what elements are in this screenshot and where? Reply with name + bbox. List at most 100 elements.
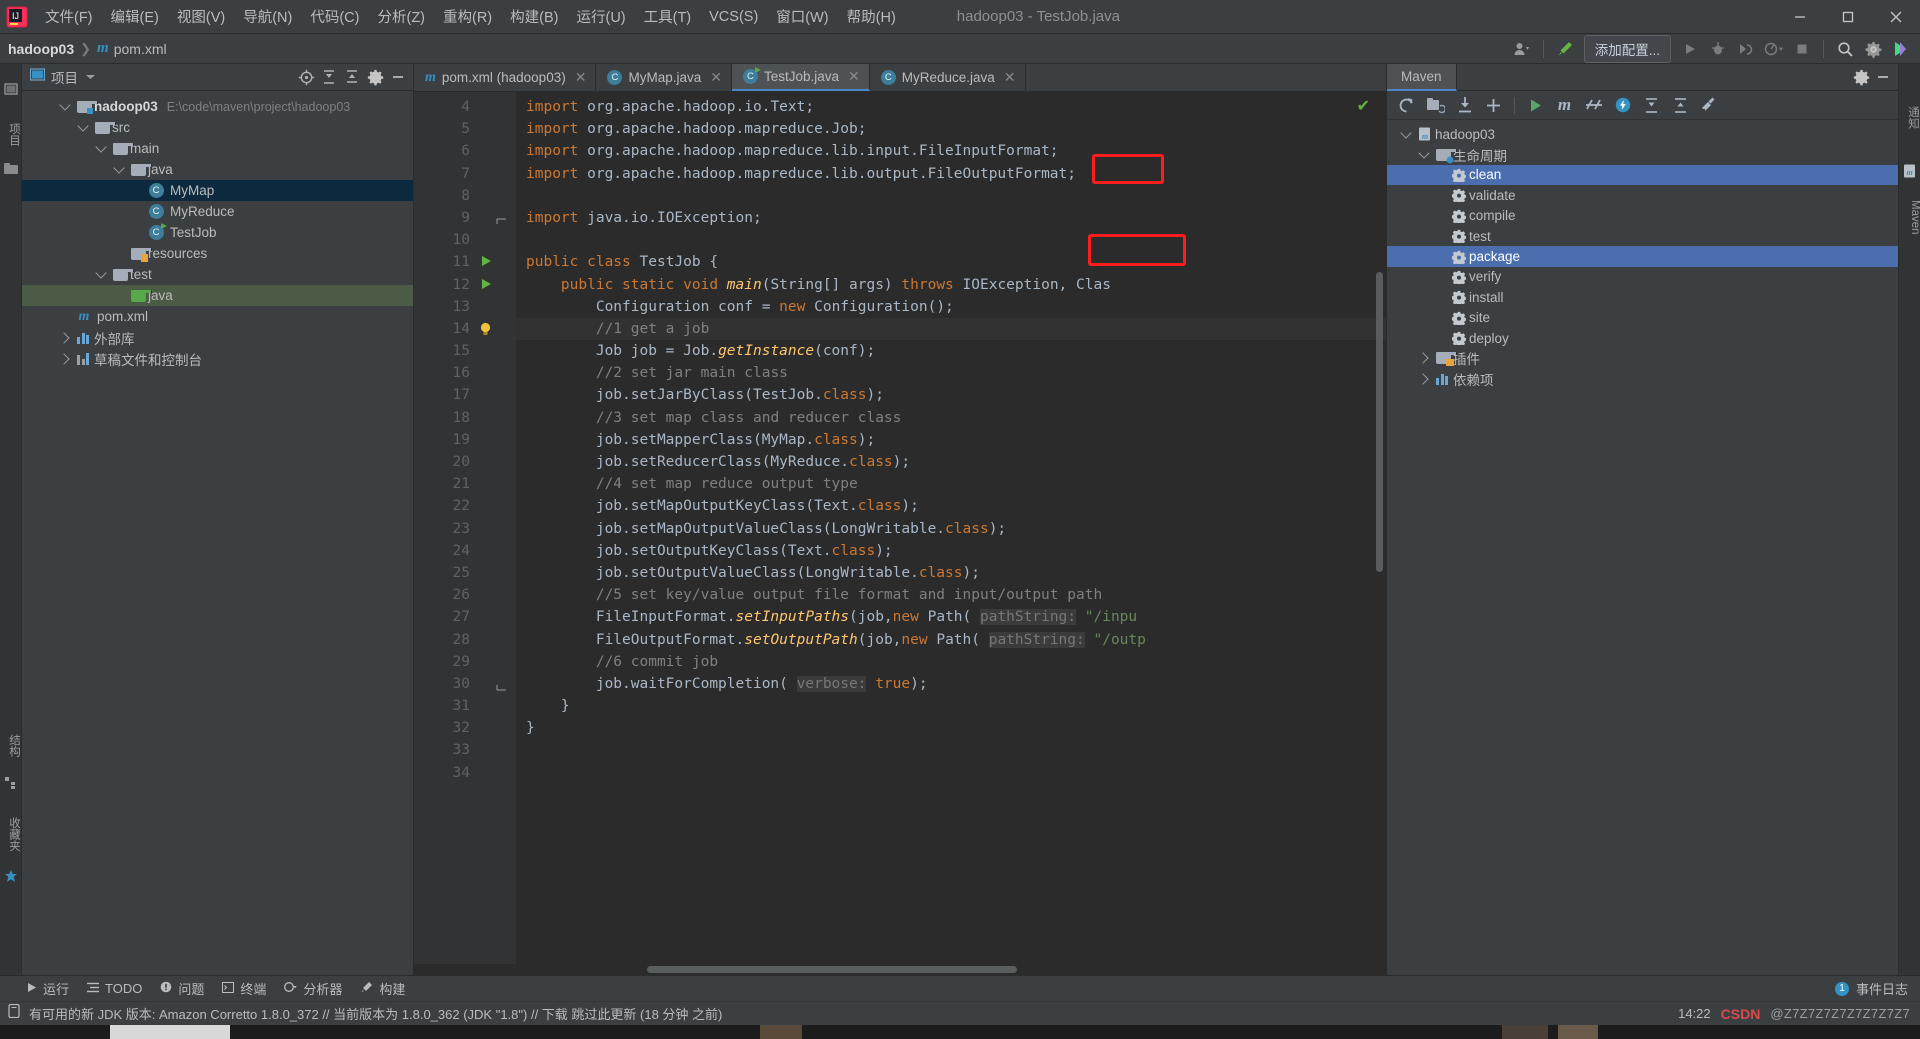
project-tree[interactable]: hadoop03 E:\code\maven\project\hadoop03 … xyxy=(22,91,413,975)
editor-horizontal-scrollbar-track[interactable] xyxy=(414,964,1386,975)
chevron-down-icon[interactable] xyxy=(56,99,74,111)
editor-horizontal-scrollbar[interactable] xyxy=(647,966,1017,973)
bottom-bar-right[interactable]: 1 事件日志 xyxy=(1834,979,1908,998)
gutter-markers[interactable] xyxy=(470,92,516,964)
chevron-down-icon[interactable] xyxy=(92,141,110,153)
breadcrumb[interactable]: hadoop03 ❯ m pom.xml xyxy=(8,40,167,57)
close-icon[interactable]: ✕ xyxy=(710,69,722,86)
run-with-coverage-icon[interactable] xyxy=(1733,37,1759,61)
chevron-right-icon[interactable] xyxy=(1415,352,1433,365)
debug-icon[interactable] xyxy=(1705,37,1731,61)
hide-icon[interactable] xyxy=(387,66,409,88)
maven-settings-icon[interactable] xyxy=(1696,93,1723,117)
tree-row-pom-xml[interactable]: m pom.xml xyxy=(22,306,413,327)
menu-help[interactable]: 帮助(H) xyxy=(838,2,905,31)
chevron-down-icon[interactable] xyxy=(110,162,128,174)
tree-row-hadoop03[interactable]: hadoop03 E:\code\maven\project\hadoop03 xyxy=(22,96,413,117)
account-icon[interactable] xyxy=(1509,37,1535,61)
locate-icon[interactable] xyxy=(295,66,317,88)
maven-toolbar[interactable]: m xyxy=(1387,91,1920,120)
gear-icon[interactable] xyxy=(364,66,386,88)
taskbar-item[interactable] xyxy=(1502,1025,1548,1039)
chevron-right-icon[interactable] xyxy=(56,331,74,344)
maven-goal-package[interactable]: package xyxy=(1387,246,1920,267)
bottom-tool-window-bar[interactable]: 运行 TODO 问题 终端 分析器 构建 1 事件日志 xyxy=(0,975,1920,1001)
stripe-item-project[interactable]: 项目 xyxy=(0,116,22,152)
collapse-all-icon[interactable] xyxy=(1667,93,1694,117)
bottom-item-terminal[interactable]: 终端 xyxy=(222,979,266,998)
menu-tools[interactable]: 工具(T) xyxy=(635,2,701,31)
close-icon[interactable]: ✕ xyxy=(848,68,860,85)
tab-TestJob-java[interactable]: C TestJob.java ✕ xyxy=(731,64,870,91)
chevron-down-icon[interactable] xyxy=(92,267,110,279)
menu-build[interactable]: 构建(B) xyxy=(501,2,567,31)
menu-view[interactable]: 视图(V) xyxy=(168,2,234,31)
chevron-right-icon[interactable] xyxy=(56,352,74,365)
maven-row-plugins[interactable]: 插件 xyxy=(1387,348,1920,368)
code-editor[interactable]: 4 5 6 7 8 9 10 11 12 13 14 15 16 17 18 1… xyxy=(414,92,1386,964)
run-gutter-icon[interactable] xyxy=(482,256,491,267)
tree-row-src[interactable]: src xyxy=(22,117,413,138)
stripe-item-notifications[interactable]: 通知 xyxy=(1899,82,1920,152)
hammer-icon[interactable] xyxy=(1552,37,1578,61)
maven-row-lifecycle[interactable]: 生命周期 xyxy=(1387,144,1920,164)
menu-code[interactable]: 代码(C) xyxy=(301,2,368,31)
close-icon[interactable]: ✕ xyxy=(575,69,587,86)
taskbar-item[interactable] xyxy=(110,1025,230,1039)
search-icon[interactable] xyxy=(1832,37,1858,61)
stripe-item-favorites[interactable]: 收藏夹 xyxy=(0,806,22,862)
menu-navigate[interactable]: 导航(N) xyxy=(234,2,301,31)
close-icon[interactable] xyxy=(1872,0,1920,34)
maven-row-hadoop03[interactable]: m hadoop03 xyxy=(1387,124,1920,144)
stop-icon[interactable] xyxy=(1789,37,1815,61)
breadcrumb-project[interactable]: hadoop03 xyxy=(8,41,74,57)
menu-refactor[interactable]: 重构(R) xyxy=(434,2,501,31)
tab-MyMap-java[interactable]: C MyMap.java ✕ xyxy=(596,64,732,91)
collapse-all-icon[interactable] xyxy=(341,66,363,88)
taskbar-item[interactable] xyxy=(760,1025,802,1039)
bottom-item-problems[interactable]: 问题 xyxy=(160,979,204,998)
tab-pom-xml[interactable]: m pom.xml (hadoop03) ✕ xyxy=(414,64,597,91)
toggle-skip-tests-icon[interactable] xyxy=(1580,93,1607,117)
maven-row-dependencies[interactable]: 依赖项 xyxy=(1387,369,1920,389)
bottom-item-todo[interactable]: TODO xyxy=(87,981,142,996)
bottom-item-profiler[interactable]: 分析器 xyxy=(284,979,342,998)
status-message[interactable]: 有可用的新 JDK 版本: Amazon Corretto 1.8.0_372 … xyxy=(29,1004,722,1023)
code-text-area[interactable]: import org.apache.hadoop.io.Text; import… xyxy=(516,92,1386,964)
tab-maven[interactable]: Maven xyxy=(1387,63,1457,91)
execute-maven-goal-icon[interactable]: m xyxy=(1551,93,1578,117)
tree-row-scratches[interactable]: 草稿文件和控制台 xyxy=(22,348,413,369)
maven-goal-site[interactable]: site xyxy=(1387,308,1920,328)
tree-row-MyReduce[interactable]: C MyReduce xyxy=(22,201,413,222)
minimize-icon[interactable] xyxy=(1776,0,1824,34)
reload-icon[interactable] xyxy=(1393,93,1420,117)
main-toolbar[interactable]: 添加配置... xyxy=(1509,34,1914,64)
stripe-item-structure[interactable]: 结构 xyxy=(0,724,22,766)
maven-goal-clean[interactable]: clean xyxy=(1387,164,1920,186)
expand-all-icon[interactable] xyxy=(1638,93,1665,117)
profiler-icon[interactable] xyxy=(1761,37,1787,61)
close-icon[interactable]: ✕ xyxy=(1004,69,1016,86)
download-sources-icon[interactable] xyxy=(1451,93,1478,117)
gear-icon[interactable] xyxy=(1860,37,1886,61)
menu-window[interactable]: 窗口(W) xyxy=(767,2,837,31)
tree-row-test-java[interactable]: java xyxy=(22,285,413,306)
bottom-item-build[interactable]: 构建 xyxy=(360,979,405,998)
maven-goal-deploy[interactable]: deploy xyxy=(1387,328,1920,348)
chevron-down-icon[interactable] xyxy=(85,68,96,86)
event-log-label[interactable]: 事件日志 xyxy=(1856,979,1908,998)
os-taskbar[interactable] xyxy=(0,1025,1920,1039)
tree-row-test[interactable]: test xyxy=(22,264,413,285)
maven-tree[interactable]: m hadoop03 生命周期 clean validate compile t… xyxy=(1387,120,1920,975)
maven-goal-validate[interactable]: validate xyxy=(1387,185,1920,205)
run-gutter-icon[interactable] xyxy=(482,278,491,289)
tab-MyReduce-java[interactable]: C MyReduce.java ✕ xyxy=(870,64,1026,91)
expand-all-icon[interactable] xyxy=(318,66,340,88)
fold-region-icon[interactable] xyxy=(496,678,507,691)
tree-row-MyMap[interactable]: C MyMap xyxy=(22,180,413,201)
run-icon[interactable] xyxy=(1677,37,1703,61)
notification-icon[interactable] xyxy=(8,1003,21,1023)
editor-tabs[interactable]: m pom.xml (hadoop03) ✕ C MyMap.java ✕ C … xyxy=(414,64,1386,92)
chevron-down-icon[interactable] xyxy=(1415,147,1433,159)
window-controls[interactable] xyxy=(1776,0,1920,34)
